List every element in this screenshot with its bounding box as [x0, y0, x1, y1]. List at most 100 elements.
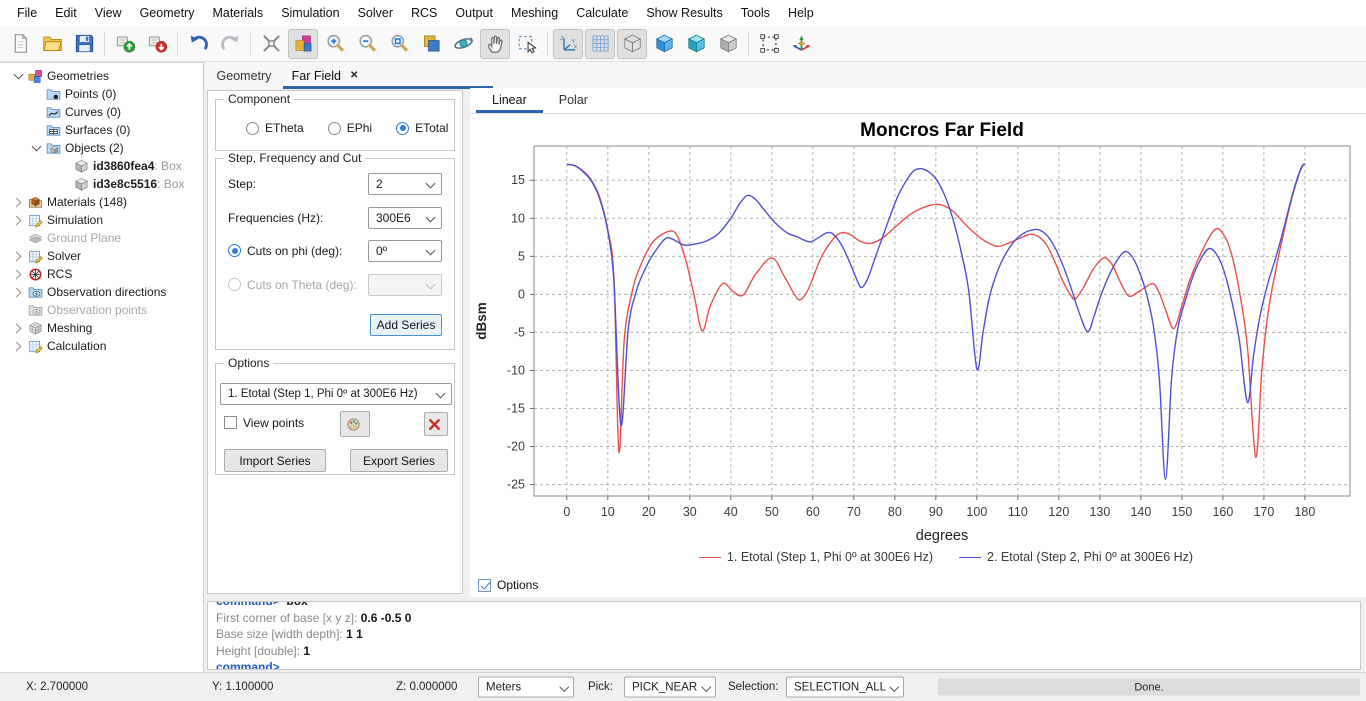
export-button[interactable]	[142, 29, 172, 59]
console-prompt-line[interactable]: command>	[216, 659, 1360, 670]
radio-ephi[interactable]	[328, 122, 341, 135]
tree-item-solver[interactable]: Solver	[0, 247, 203, 265]
cuts-on-phi-select[interactable]: 0º	[368, 240, 442, 262]
tree-item-observation-points[interactable]: Observation points	[0, 301, 203, 319]
tree-chevron-icon[interactable]	[10, 265, 27, 283]
component-option-ephi[interactable]: EPhi	[328, 121, 372, 135]
open-project-button[interactable]	[37, 29, 67, 59]
tree-chevron-icon[interactable]	[10, 337, 27, 355]
menu-view[interactable]: View	[86, 0, 131, 26]
tree-item-materials-148[interactable]: Materials (148)	[0, 193, 203, 211]
series-color-button[interactable]	[340, 411, 370, 437]
menu-file[interactable]: File	[8, 0, 46, 26]
component-option-etheta[interactable]: ETheta	[246, 121, 304, 135]
tree-item-observation-directions[interactable]: Observation directions	[0, 283, 203, 301]
tree-chevron-icon[interactable]	[10, 67, 27, 85]
tree-chevron-icon[interactable]	[10, 283, 27, 301]
tree-item-meshing[interactable]: Meshing	[0, 319, 203, 337]
menu-rcs[interactable]: RCS	[402, 0, 446, 26]
fit-view-button[interactable]	[256, 29, 286, 59]
series-select[interactable]: 1. Etotal (Step 1, Phi 0º at 300E6 Hz)	[220, 383, 452, 405]
tree-item-rcs[interactable]: RCS	[0, 265, 203, 283]
chart-options-checkbox[interactable]	[478, 579, 491, 592]
plot-tab-polar[interactable]: Polar	[543, 88, 604, 113]
orbit-button[interactable]	[448, 29, 478, 59]
zoom-window-button[interactable]	[384, 29, 414, 59]
menu-simulation[interactable]: Simulation	[272, 0, 348, 26]
menu-output[interactable]: Output	[446, 0, 502, 26]
component-option-etotal[interactable]: ETotal	[396, 121, 448, 135]
select-button[interactable]	[512, 29, 542, 59]
shaded-edges-view-button[interactable]	[681, 29, 711, 59]
zoom-in-button[interactable]	[320, 29, 350, 59]
menu-solver[interactable]: Solver	[349, 0, 402, 26]
radio-etotal[interactable]	[396, 122, 409, 135]
new-document-button[interactable]	[5, 29, 35, 59]
tree-item-curves-0[interactable]: Curves (0)	[0, 103, 203, 121]
zoom-in-icon	[325, 33, 346, 54]
radio-label: EPhi	[347, 121, 372, 135]
tree-item-ground-plane[interactable]: Ground Plane	[0, 229, 203, 247]
tree-item-calculation[interactable]: Calculation	[0, 337, 203, 355]
tree-chevron-icon[interactable]	[10, 211, 27, 229]
menu-show-results[interactable]: Show Results	[637, 0, 731, 26]
coordinate-system-button[interactable]	[786, 29, 816, 59]
menu-help[interactable]: Help	[779, 0, 823, 26]
units-select[interactable]: Meters	[478, 677, 574, 698]
export-series-button[interactable]: Export Series	[350, 449, 448, 472]
command-console[interactable]: command> box First corner of base [x y z…	[207, 601, 1361, 670]
undo-button[interactable]	[183, 29, 213, 59]
tree-chevron-icon[interactable]	[28, 139, 45, 157]
step-label: Step:	[228, 177, 256, 191]
tree-indent	[28, 121, 45, 139]
tab-far-field[interactable]: Far Field✕	[283, 62, 367, 89]
view-points-checkbox[interactable]	[224, 416, 237, 429]
import-series-button[interactable]: Import Series	[224, 449, 326, 472]
zoom-out-button[interactable]	[352, 29, 382, 59]
svg-text:80: 80	[888, 505, 902, 519]
tree-chevron-icon[interactable]	[10, 193, 27, 211]
menu-tools[interactable]: Tools	[732, 0, 779, 26]
wireframe-view-button[interactable]	[617, 29, 647, 59]
render-mode-button[interactable]	[288, 29, 318, 59]
tree-item-points-0[interactable]: Points (0)	[0, 85, 203, 103]
tree-item-label: Observation points	[47, 303, 147, 317]
import-button[interactable]	[110, 29, 140, 59]
tree-item-id3e8c5516[interactable]: id3e8c5516 : Box	[0, 175, 203, 193]
hidden-view-button[interactable]	[713, 29, 743, 59]
cuts-on-phi-radio[interactable]	[228, 244, 241, 257]
plot-tab-linear[interactable]: Linear	[476, 88, 543, 113]
menu-materials[interactable]: Materials	[203, 0, 272, 26]
delete-series-button[interactable]	[424, 412, 448, 436]
menu-edit[interactable]: Edit	[46, 0, 86, 26]
view-axes-button[interactable]: ZYX	[553, 29, 583, 59]
add-series-button[interactable]: Add Series	[370, 314, 442, 336]
grid-button[interactable]	[585, 29, 615, 59]
radio-etheta[interactable]	[246, 122, 259, 135]
tree-item-label: Observation directions	[47, 285, 166, 299]
selection-mode-select[interactable]: SELECTION_ALL	[786, 677, 904, 698]
layers-button[interactable]	[416, 29, 446, 59]
menu-calculate[interactable]: Calculate	[567, 0, 637, 26]
pick-mode-select[interactable]: PICK_NEAR	[624, 677, 716, 698]
tree-item-id3860fea4[interactable]: id3860fea4 : Box	[0, 157, 203, 175]
selection-box-button[interactable]	[754, 29, 784, 59]
redo-button[interactable]	[215, 29, 245, 59]
tree-item-simulation[interactable]: Simulation	[0, 211, 203, 229]
svg-text:10: 10	[601, 505, 615, 519]
tree-item-type: : Box	[157, 177, 184, 191]
frequencies-select[interactable]: 300E6	[368, 207, 442, 229]
tree-item-objects-2[interactable]: Objects (2)	[0, 139, 203, 157]
pan-button[interactable]	[480, 29, 510, 59]
tree-chevron-icon[interactable]	[10, 319, 27, 337]
step-select[interactable]: 2	[368, 173, 442, 195]
menu-geometry[interactable]: Geometry	[131, 0, 204, 26]
save-project-button[interactable]	[69, 29, 99, 59]
shaded-view-button[interactable]	[649, 29, 679, 59]
tab-geometry[interactable]: Geometry	[205, 62, 283, 89]
menu-meshing[interactable]: Meshing	[502, 0, 567, 26]
tree-item-geometries[interactable]: Geometries	[0, 67, 203, 85]
close-tab-icon[interactable]: ✕	[350, 70, 358, 81]
tree-chevron-icon[interactable]	[10, 247, 27, 265]
tree-item-surfaces-0[interactable]: Surfaces (0)	[0, 121, 203, 139]
